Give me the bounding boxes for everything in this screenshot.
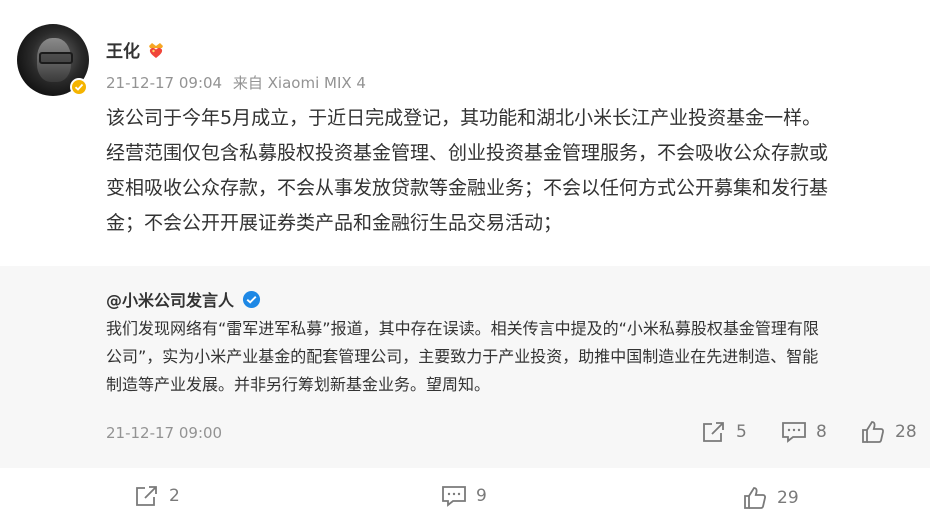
post-line: 经营范围仅包含私募股权投资基金管理、创业投资基金管理服务，不会吸收公众存款或	[106, 142, 829, 164]
quoted-comment-count: 8	[816, 422, 827, 442]
comment-bubble-icon	[442, 486, 466, 507]
post-timestamp[interactable]: 21-12-17 09:04	[106, 74, 222, 92]
quoted-timestamp[interactable]: 21-12-17 09:00	[106, 424, 222, 442]
post-line: 变相吸收公众存款，不会从事发放贷款等金融业务；不会以任何方式公开募集和发行基	[106, 177, 829, 199]
author-row: 王化	[106, 37, 166, 62]
quoted-like-button[interactable]: 28	[860, 420, 917, 444]
post-meta: 21-12-17 09:04 来自 Xiaomi MIX 4	[106, 72, 366, 93]
post-source: 来自 Xiaomi MIX 4	[232, 74, 366, 92]
quoted-author-row: @小米公司发言人	[106, 287, 261, 311]
like-button[interactable]: 29	[742, 486, 799, 510]
quoted-like-count: 28	[895, 422, 917, 442]
share-arrow-icon	[136, 486, 157, 506]
quoted-body: 我们发现网络有“雷军进军私募”报道，其中存在误读。相关传言中提及的“小米私募股权…	[106, 315, 916, 399]
quoted-repost-button[interactable]: 5	[701, 420, 747, 444]
thumb-up-icon	[862, 421, 884, 443]
repost-count: 2	[169, 486, 180, 506]
comment-bubble-icon	[782, 422, 806, 443]
verified-badge-icon	[70, 78, 88, 96]
quoted-line: 制造等产业发展。并非另行筹划新基金业务。望周知。	[106, 375, 491, 394]
like-count: 29	[777, 488, 799, 508]
quoted-line: 公司”，实为小米产业基金的配套管理公司，主要致力于产业投资，助推中国制造业在先进…	[106, 347, 819, 366]
quoted-line: 我们发现网络有“雷军进军私募”报道，其中存在误读。相关传言中提及的“小米私募股权…	[106, 319, 819, 338]
quoted-post[interactable]: @小米公司发言人 我们发现网络有“雷军进军私募”报道，其中存在误读。相关传言中提…	[0, 266, 930, 468]
quoted-author-name[interactable]: @小米公司发言人	[106, 287, 234, 311]
thumb-up-icon	[744, 487, 766, 509]
author-name[interactable]: 王化	[106, 37, 140, 62]
share-arrow-icon	[703, 422, 724, 442]
post-body: 该公司于今年5月成立，于近日完成登记，其功能和湖北小米长江产业投资基金一样。 经…	[106, 101, 906, 241]
comment-button[interactable]: 9	[441, 484, 487, 508]
avatar-glasses	[39, 52, 73, 64]
comment-count: 9	[476, 486, 487, 506]
vip-heart-icon[interactable]	[146, 40, 166, 60]
blue-verified-icon	[242, 290, 261, 308]
repost-button[interactable]: 2	[134, 484, 180, 508]
quoted-repost-count: 5	[736, 422, 747, 442]
quoted-comment-button[interactable]: 8	[781, 420, 827, 444]
post-line: 该公司于今年5月成立，于近日完成登记，其功能和湖北小米长江产业投资基金一样。	[106, 107, 822, 129]
post-line: 金；不会公开开展证券类产品和金融衍生品交易活动；	[106, 212, 563, 234]
